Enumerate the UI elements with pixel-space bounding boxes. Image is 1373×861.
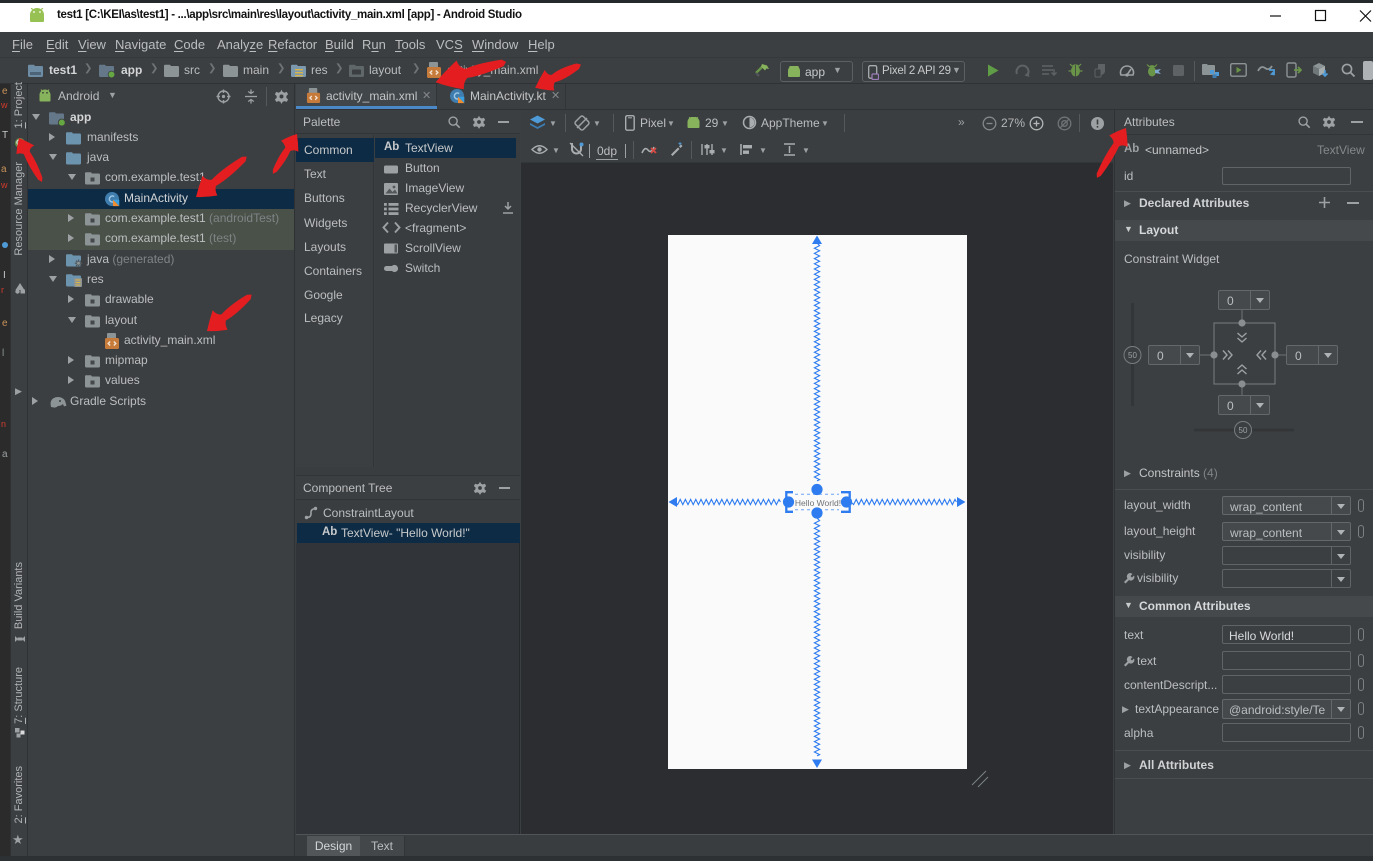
- svg-text:Hello World!: Hello World!: [795, 498, 841, 508]
- svg-text:50: 50: [1128, 351, 1137, 360]
- svg-text:50: 50: [1239, 426, 1248, 435]
